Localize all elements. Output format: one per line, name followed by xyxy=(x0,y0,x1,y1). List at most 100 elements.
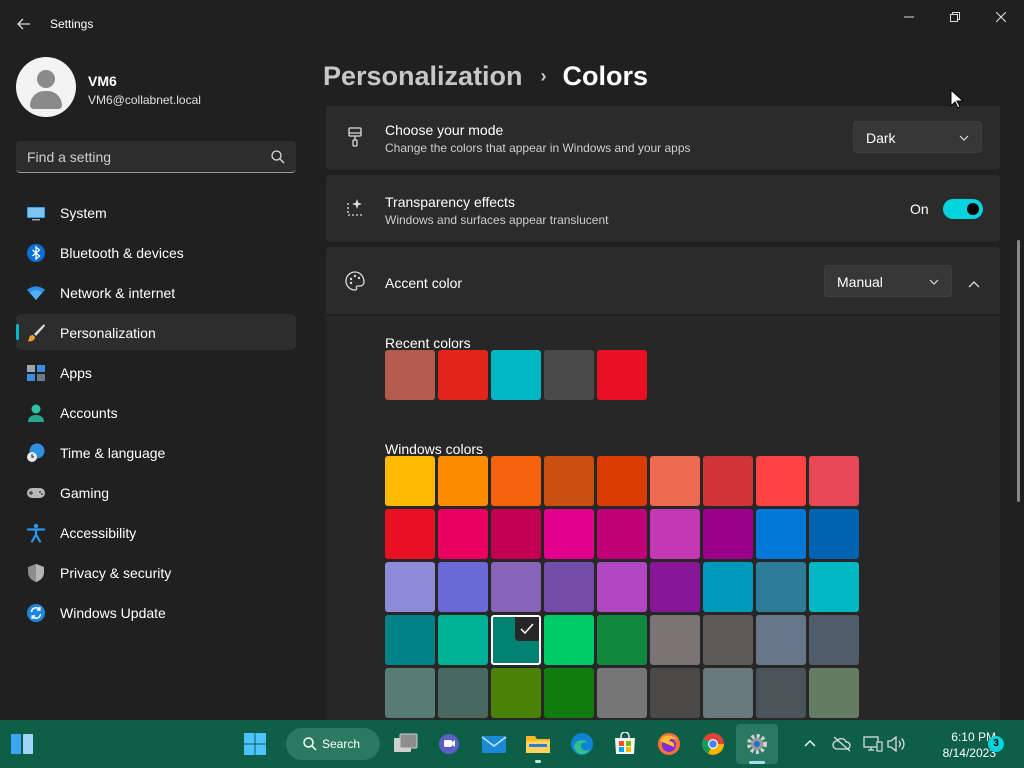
sidebar-nav: System Bluetooth & devices Network & int… xyxy=(16,194,296,634)
color-swatch[interactable] xyxy=(491,456,541,506)
color-swatch[interactable] xyxy=(544,456,594,506)
color-swatch[interactable] xyxy=(650,562,700,612)
color-swatch[interactable] xyxy=(756,509,806,559)
color-swatch[interactable] xyxy=(809,668,859,718)
sidebar-item-accessibility[interactable]: Accessibility xyxy=(16,514,296,550)
color-swatch[interactable] xyxy=(385,615,435,665)
taskbar-clock[interactable]: 6:10 PM 8/14/2023 xyxy=(916,729,996,761)
teams-chat-button[interactable] xyxy=(435,730,463,758)
color-swatch[interactable] xyxy=(597,562,647,612)
color-swatch[interactable] xyxy=(703,456,753,506)
sidebar-item-time-language[interactable]: Time & language xyxy=(16,434,296,470)
store-button[interactable] xyxy=(611,730,639,758)
breadcrumb-parent[interactable]: Personalization xyxy=(323,61,523,92)
color-swatch[interactable] xyxy=(809,456,859,506)
minimize-button[interactable] xyxy=(886,6,932,28)
sidebar-item-label: Personalization xyxy=(60,325,156,341)
color-swatch[interactable] xyxy=(597,668,647,718)
task-view-button[interactable] xyxy=(392,730,420,758)
color-swatch[interactable] xyxy=(438,456,488,506)
color-swatch[interactable] xyxy=(650,615,700,665)
content-scrollbar[interactable] xyxy=(1017,240,1020,502)
sidebar-item-apps[interactable]: Apps xyxy=(16,354,296,390)
sidebar-item-system[interactable]: System xyxy=(16,194,296,230)
sidebar-item-label: Gaming xyxy=(60,485,110,501)
color-swatch[interactable] xyxy=(756,562,806,612)
color-swatch[interactable] xyxy=(544,562,594,612)
widgets-button[interactable] xyxy=(8,730,36,758)
color-swatch[interactable] xyxy=(703,668,753,718)
transparency-toggle[interactable] xyxy=(943,199,983,219)
start-button[interactable] xyxy=(241,730,269,758)
color-swatch[interactable] xyxy=(597,509,647,559)
firefox-button[interactable] xyxy=(655,730,683,758)
color-swatch-selected[interactable] xyxy=(491,615,541,665)
color-swatch[interactable] xyxy=(650,668,700,718)
color-swatch[interactable] xyxy=(597,456,647,506)
onedrive-button[interactable] xyxy=(828,730,856,758)
color-swatch[interactable] xyxy=(385,668,435,718)
color-swatch[interactable] xyxy=(491,562,541,612)
profile[interactable]: VM6 VM6@collabnet.local xyxy=(16,57,296,117)
back-button[interactable] xyxy=(12,10,36,38)
volume-tray-button[interactable] xyxy=(882,730,910,758)
color-swatch[interactable] xyxy=(703,615,753,665)
search-icon[interactable] xyxy=(270,149,286,165)
color-swatch[interactable] xyxy=(438,350,488,400)
color-swatch[interactable] xyxy=(597,350,647,400)
mode-dropdown[interactable]: Dark xyxy=(853,121,982,153)
mail-button[interactable] xyxy=(480,730,508,758)
color-swatch[interactable] xyxy=(809,615,859,665)
notification-badge[interactable]: 3 xyxy=(988,736,1004,752)
color-swatch[interactable] xyxy=(385,562,435,612)
sidebar-item-network[interactable]: Network & internet xyxy=(16,274,296,310)
sidebar-item-personalization[interactable]: Personalization xyxy=(16,314,296,350)
color-swatch[interactable] xyxy=(438,615,488,665)
color-swatch[interactable] xyxy=(544,509,594,559)
close-button[interactable] xyxy=(978,6,1024,28)
sidebar-item-accounts[interactable]: Accounts xyxy=(16,394,296,430)
color-swatch[interactable] xyxy=(438,668,488,718)
chevron-down-icon xyxy=(959,135,969,141)
person-icon xyxy=(28,404,44,422)
transparency-description: Windows and surfaces appear translucent xyxy=(385,213,609,227)
file-explorer-button[interactable] xyxy=(524,730,552,758)
color-swatch[interactable] xyxy=(703,562,753,612)
gear-icon xyxy=(747,734,767,754)
color-swatch[interactable] xyxy=(756,615,806,665)
color-swatch[interactable] xyxy=(756,668,806,718)
color-swatch[interactable] xyxy=(809,562,859,612)
accent-dropdown[interactable]: Manual xyxy=(824,265,952,297)
color-swatch[interactable] xyxy=(809,509,859,559)
sidebar-item-windows-update[interactable]: Windows Update xyxy=(16,594,296,630)
color-swatch[interactable] xyxy=(544,615,594,665)
chrome-button[interactable] xyxy=(699,730,727,758)
show-hidden-icons-button[interactable] xyxy=(796,730,824,758)
color-swatch[interactable] xyxy=(491,350,541,400)
breadcrumb-separator: › xyxy=(540,65,547,86)
color-grid-row xyxy=(385,615,865,665)
color-swatch[interactable] xyxy=(438,562,488,612)
color-swatch[interactable] xyxy=(703,509,753,559)
edge-button[interactable] xyxy=(568,730,596,758)
color-swatch[interactable] xyxy=(385,350,435,400)
taskbar-search-button[interactable]: Search xyxy=(286,728,380,760)
color-swatch[interactable] xyxy=(438,509,488,559)
color-swatch[interactable] xyxy=(756,456,806,506)
accent-collapse-button[interactable] xyxy=(960,271,988,299)
color-swatch[interactable] xyxy=(491,668,541,718)
color-swatch[interactable] xyxy=(385,456,435,506)
color-swatch[interactable] xyxy=(544,668,594,718)
color-swatch[interactable] xyxy=(650,456,700,506)
color-swatch[interactable] xyxy=(597,615,647,665)
settings-taskbar-button[interactable] xyxy=(743,730,771,758)
color-swatch[interactable] xyxy=(650,509,700,559)
restore-button[interactable] xyxy=(932,6,978,28)
sidebar-item-privacy[interactable]: Privacy & security xyxy=(16,554,296,590)
sidebar-item-gaming[interactable]: Gaming xyxy=(16,474,296,510)
color-swatch[interactable] xyxy=(544,350,594,400)
search-input[interactable] xyxy=(16,141,266,172)
color-swatch[interactable] xyxy=(491,509,541,559)
color-swatch[interactable] xyxy=(385,509,435,559)
sidebar-item-bluetooth[interactable]: Bluetooth & devices xyxy=(16,234,296,270)
